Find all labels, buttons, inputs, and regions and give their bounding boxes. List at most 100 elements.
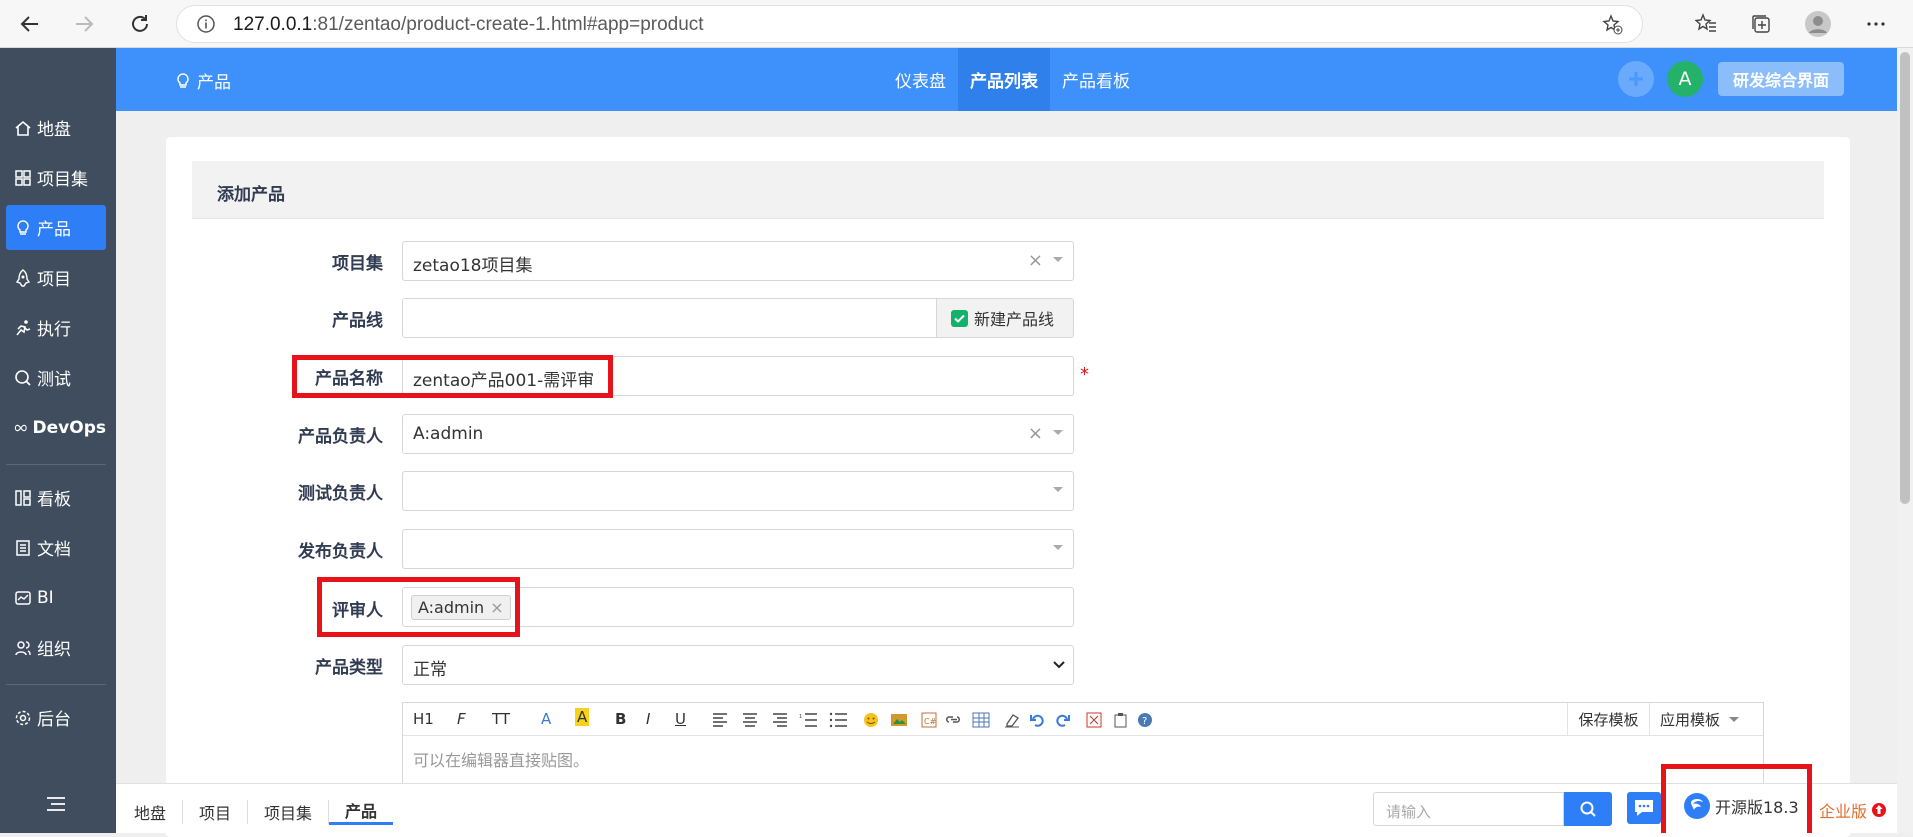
program-select[interactable]: zetao18项目集 × xyxy=(402,241,1074,281)
scrollbar-thumb[interactable] xyxy=(1900,52,1910,504)
font-size-button[interactable]: TT xyxy=(492,710,510,728)
chevron-down-icon xyxy=(1053,661,1065,669)
type-label: 产品类型 xyxy=(315,658,383,678)
kanban-icon xyxy=(15,489,31,506)
back-icon[interactable] xyxy=(12,6,48,42)
sidebar-item-label: 组织 xyxy=(37,640,71,660)
sidebar-item-project[interactable]: 项目 xyxy=(6,255,106,300)
top-tabs: 仪表盘 产品列表 产品看板 xyxy=(883,48,1190,111)
sidebar-item-org[interactable]: 组织 xyxy=(6,625,106,670)
sidebar-item-kanban[interactable]: 看板 xyxy=(6,475,106,520)
search-icon xyxy=(1580,801,1596,817)
editor-tool-icons[interactable]: 1 C# ? xyxy=(711,712,1181,728)
breadcrumb-item-project[interactable]: 项目 xyxy=(183,799,249,824)
menu-icon[interactable] xyxy=(46,796,66,816)
sidebar-item-devops[interactable]: DevOps xyxy=(6,405,106,450)
avatar[interactable]: A xyxy=(1667,61,1703,97)
save-template-button[interactable]: 保存模板 xyxy=(1567,703,1649,736)
favorites-icon[interactable] xyxy=(1688,6,1724,42)
more-icon[interactable] xyxy=(1858,6,1894,42)
checkbox-checked-icon[interactable] xyxy=(951,309,968,327)
switch-interface-button[interactable]: 研发综合界面 xyxy=(1718,62,1844,96)
address-bar[interactable]: 127.0.0.1:81/zentao/product-create-1.htm… xyxy=(176,5,1643,43)
description-editor[interactable]: H1 F TT A A B I U 1 C# ? 保存模板 应用模板 可以在编辑… xyxy=(402,702,1764,783)
sidebar-item-execution[interactable]: 执行 xyxy=(6,305,106,350)
grid-icon xyxy=(15,169,31,186)
product-line-select[interactable] xyxy=(402,298,937,338)
clear-icon[interactable]: × xyxy=(1028,250,1043,271)
bulb-icon xyxy=(17,219,29,235)
sidebar-item-label: 产品 xyxy=(37,220,71,240)
sidebar-item-product[interactable]: 产品 xyxy=(6,205,106,250)
breadcrumb-item-product[interactable]: 产品 xyxy=(329,798,394,825)
profile-icon[interactable] xyxy=(1800,6,1836,42)
heading-button[interactable]: H1 xyxy=(413,710,434,728)
sidebar-item-label: 项目集 xyxy=(37,170,88,190)
svg-text:?: ? xyxy=(1142,716,1147,727)
type-value: 正常 xyxy=(413,660,447,680)
url-text: 127.0.0.1:81/zentao/product-create-1.htm… xyxy=(233,14,704,35)
tab-product-kanban[interactable]: 产品看板 xyxy=(1050,48,1142,111)
font-family-button[interactable]: F xyxy=(457,710,466,728)
info-icon[interactable] xyxy=(197,15,215,37)
type-select[interactable]: 正常 xyxy=(402,645,1074,685)
sidebar-item-program[interactable]: 项目集 xyxy=(6,155,106,200)
chat-button[interactable] xyxy=(1627,792,1661,824)
infinity-icon xyxy=(14,424,27,431)
highlight-box-version xyxy=(1661,764,1812,833)
search-input[interactable]: 请输入 xyxy=(1373,792,1564,826)
sidebar-item-doc[interactable]: 文档 xyxy=(6,525,106,570)
italic-button[interactable]: I xyxy=(646,710,650,728)
page-scrollbar[interactable] xyxy=(1897,48,1913,833)
bi-icon xyxy=(15,590,31,605)
apply-template-button[interactable]: 应用模板 xyxy=(1649,703,1745,736)
breadcrumb-item-my[interactable]: 地盘 xyxy=(134,799,184,824)
sidebar-item-qa[interactable]: 测试 xyxy=(6,355,106,400)
bulb-icon xyxy=(177,72,189,88)
gear-icon xyxy=(15,710,31,725)
enterprise-link[interactable]: 企业版 xyxy=(1819,798,1887,822)
main-sidebar: 地盘 项目集 产品 项目 执行 测试 DevOps 看板 文档 BI 组织 后台 xyxy=(0,48,116,833)
chevron-down-icon xyxy=(1053,545,1063,550)
program-label: 项目集 xyxy=(332,254,383,274)
sidebar-item-admin[interactable]: 后台 xyxy=(6,695,106,740)
collections-icon[interactable] xyxy=(1743,6,1779,42)
chevron-down-icon xyxy=(1053,487,1063,492)
editor-placeholder: 可以在编辑器直接贴图。 xyxy=(413,751,590,770)
chevron-down-icon xyxy=(1729,717,1739,722)
font-color-button[interactable]: A xyxy=(541,710,551,728)
qd-label: 测试负责人 xyxy=(298,484,383,504)
po-value: A:admin xyxy=(413,424,484,444)
sidebar-item-my[interactable]: 地盘 xyxy=(6,105,106,150)
add-button[interactable] xyxy=(1618,61,1654,97)
qd-select[interactable] xyxy=(402,471,1074,511)
upgrade-icon xyxy=(1872,803,1887,817)
highlight-box-product-name xyxy=(292,355,613,398)
breadcrumb-item-program[interactable]: 项目集 xyxy=(248,799,330,824)
new-product-line-toggle[interactable]: 新建产品线 xyxy=(936,298,1074,338)
po-select[interactable]: A:admin × xyxy=(402,414,1074,454)
sidebar-item-label: 文档 xyxy=(37,540,71,560)
tab-dashboard[interactable]: 仪表盘 xyxy=(883,48,958,111)
svg-text:C#: C# xyxy=(924,717,937,726)
favorite-add-icon[interactable] xyxy=(1602,14,1624,40)
highlight-button[interactable]: A xyxy=(575,708,590,726)
refresh-icon[interactable] xyxy=(122,6,158,42)
sidebar-item-label: 看板 xyxy=(37,490,71,510)
bold-button[interactable]: B xyxy=(615,710,626,728)
form-title: 添加产品 xyxy=(217,185,285,205)
line-label: 产品线 xyxy=(332,311,383,331)
module-title: 产品 xyxy=(174,68,231,93)
underline-button[interactable]: U xyxy=(675,710,686,728)
forward-icon[interactable] xyxy=(66,6,102,42)
clear-icon[interactable]: × xyxy=(1028,423,1043,444)
search-button[interactable] xyxy=(1564,792,1612,826)
highlight-box-reviewer xyxy=(317,577,520,637)
sidebar-item-bi[interactable]: BI xyxy=(6,575,106,620)
tab-product-list[interactable]: 产品列表 xyxy=(958,48,1050,111)
rd-select[interactable] xyxy=(402,529,1074,569)
enterprise-label: 企业版 xyxy=(1819,802,1868,821)
program-value: zetao18项目集 xyxy=(413,256,533,276)
project-icon xyxy=(15,268,31,287)
rd-label: 发布负责人 xyxy=(298,542,383,562)
